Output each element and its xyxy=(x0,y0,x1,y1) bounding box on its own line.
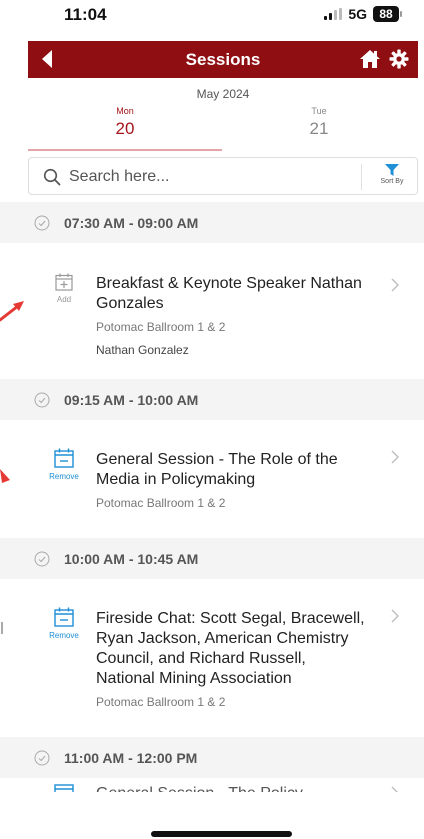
clock-icon xyxy=(34,215,50,230)
home-button[interactable] xyxy=(358,48,382,70)
time-slot-header: 07:30 AM - 09:00 AM xyxy=(0,202,424,243)
home-icon xyxy=(360,50,380,68)
date-tab-mon-20[interactable]: Mon 20 xyxy=(28,106,222,150)
battery-icon: 88 xyxy=(373,6,402,22)
session-item[interactable]: Remove General Session - The Role of the… xyxy=(0,420,424,540)
app-header: Sessions xyxy=(28,41,418,78)
chevron-right-icon xyxy=(391,609,399,623)
annotation-arrow-icon xyxy=(0,301,24,322)
network-type: 5G xyxy=(348,6,367,22)
session-item[interactable]: General Session - The Policy xyxy=(0,778,424,792)
date-tab-dow: Tue xyxy=(311,106,327,116)
filter-icon xyxy=(385,164,399,176)
remove-from-schedule-button[interactable]: Remove xyxy=(46,607,82,640)
chevron-right-icon xyxy=(391,278,399,292)
page-title: Sessions xyxy=(185,49,261,69)
date-tab-day: 21 xyxy=(309,119,329,138)
sort-by-label: Sort By xyxy=(380,178,404,185)
calendar-remove-icon xyxy=(54,607,74,627)
search-icon xyxy=(43,168,61,186)
session-item[interactable]: Remove Fireside Chat: Scott Segal, Brace… xyxy=(0,579,424,727)
remove-from-schedule-button[interactable]: Remove xyxy=(46,448,82,481)
search-bar: Sort By xyxy=(28,157,418,195)
session-location: Potomac Ballroom 1 & 2 xyxy=(96,320,226,334)
remove-from-schedule-button[interactable] xyxy=(46,782,82,792)
time-slot-header: 11:00 AM - 12:00 PM xyxy=(0,737,424,778)
time-slot-label: 07:30 AM - 09:00 AM xyxy=(64,214,199,231)
annotation-arrow-icon xyxy=(1,622,3,634)
back-button[interactable] xyxy=(36,48,58,70)
settings-button[interactable] xyxy=(388,48,410,70)
sort-by-button[interactable]: Sort By xyxy=(369,162,415,192)
chevron-right-icon xyxy=(391,450,399,464)
session-speaker: Nathan Gonzalez xyxy=(96,343,189,357)
add-label: Add xyxy=(56,295,72,304)
active-tab-indicator xyxy=(28,149,222,151)
session-title: General Session - The Role of the Media … xyxy=(96,451,338,488)
gear-icon xyxy=(389,49,409,69)
status-bar: 11:04 5G 88 xyxy=(0,0,424,36)
calendar-add-icon xyxy=(55,273,73,291)
remove-label: Remove xyxy=(49,631,79,640)
date-tab-day: 20 xyxy=(115,119,135,138)
status-indicators: 5G 88 xyxy=(324,6,402,22)
annotation-arrow-icon xyxy=(0,469,10,483)
time-slot-label: 10:00 AM - 10:45 AM xyxy=(64,550,199,567)
chevron-right-icon xyxy=(391,786,398,792)
time-slot-label: 09:15 AM - 10:00 AM xyxy=(64,391,199,408)
session-title: Fireside Chat: Scott Segal, Bracewell, R… xyxy=(96,610,365,687)
session-title: Breakfast & Keynote Speaker Nathan Gonza… xyxy=(96,275,362,312)
clock-icon xyxy=(34,750,50,765)
time-slot-label: 11:00 AM - 12:00 PM xyxy=(64,749,198,766)
clock-icon xyxy=(34,392,50,407)
battery-level: 88 xyxy=(373,6,399,22)
session-location: Potomac Ballroom 1 & 2 xyxy=(96,496,226,510)
signal-icon xyxy=(324,8,343,20)
month-label: May 2024 xyxy=(196,87,250,101)
date-tab-tue-21[interactable]: Tue 21 xyxy=(222,106,416,150)
date-tab-dow: Mon xyxy=(116,106,134,116)
search-input[interactable] xyxy=(69,165,349,189)
calendar-remove-icon xyxy=(54,784,74,792)
session-item[interactable]: Add Breakfast & Keynote Speaker Nathan G… xyxy=(0,243,424,379)
home-indicator xyxy=(151,831,292,837)
time-slot-header: 09:15 AM - 10:00 AM xyxy=(0,379,424,420)
sort-divider xyxy=(361,164,362,190)
session-location: Potomac Ballroom 1 & 2 xyxy=(96,695,226,709)
time-slot-header: 10:00 AM - 10:45 AM xyxy=(0,538,424,579)
back-arrow-icon xyxy=(42,50,52,68)
add-to-schedule-button[interactable]: Add xyxy=(46,273,82,304)
session-title: General Session - The Policy xyxy=(96,784,366,792)
status-time: 11:04 xyxy=(64,5,107,24)
clock-icon xyxy=(34,551,50,566)
calendar-remove-icon xyxy=(54,448,74,468)
remove-label: Remove xyxy=(49,472,79,481)
